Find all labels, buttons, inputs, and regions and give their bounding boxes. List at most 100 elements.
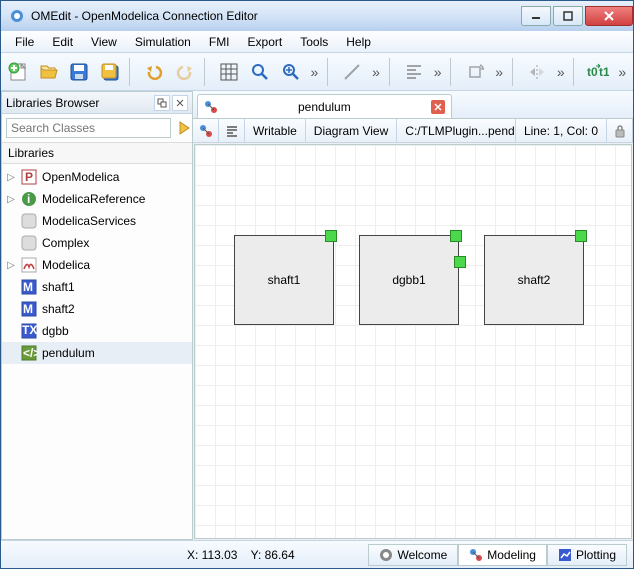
new-file-button[interactable] [5, 58, 32, 86]
modeling-icon [469, 548, 483, 562]
zoom-fit-button[interactable] [247, 58, 274, 86]
tab-pendulum[interactable]: pendulum [197, 94, 452, 118]
svg-text:TXT: TXT [22, 323, 37, 337]
connector-port[interactable] [325, 230, 337, 242]
plotting-icon [558, 548, 572, 562]
tree-label: OpenModelica [42, 170, 119, 184]
package-icon: P [20, 168, 38, 186]
svg-text:i: i [27, 192, 30, 206]
connector-port[interactable] [450, 230, 462, 242]
menu-simulation[interactable]: Simulation [127, 33, 199, 51]
tab-label: pendulum [298, 100, 351, 114]
toolbar-more-5[interactable]: » [554, 64, 567, 80]
line-tool-button[interactable] [339, 58, 366, 86]
tree-item-openmodelica[interactable]: ▷ P OpenModelica [2, 166, 192, 188]
tab-bar: pendulum [193, 91, 633, 119]
svg-text:P: P [25, 170, 33, 184]
redo-button[interactable] [172, 58, 199, 86]
open-button[interactable] [36, 58, 63, 86]
flip-button[interactable] [524, 58, 551, 86]
simulate-setup-button[interactable]: t0t1 [585, 58, 612, 86]
mode-modeling[interactable]: Modeling [458, 544, 547, 566]
toolbar-more-1[interactable]: » [308, 64, 321, 80]
package-grey-icon [20, 212, 38, 230]
tree-item-shaft1[interactable]: M shaft1 [2, 276, 192, 298]
close-button[interactable] [585, 6, 633, 26]
diagram-canvas[interactable]: shaft1 dgbb1 shaft2 [194, 144, 632, 539]
block-shaft1[interactable]: shaft1 [234, 235, 334, 325]
diagram-mode-button[interactable] [193, 119, 219, 142]
menu-file[interactable]: File [7, 33, 42, 51]
model-m-icon: M [20, 300, 38, 318]
tree-item-modelica[interactable]: ▷ Modelica [2, 254, 192, 276]
chevron-right-icon[interactable]: ▷ [6, 172, 16, 183]
menu-fmi[interactable]: FMI [201, 33, 238, 51]
search-go-icon[interactable] [175, 119, 193, 137]
tab-icon [204, 100, 218, 114]
file-path: C:/TLMPlugin...pendulum.xml [397, 119, 516, 142]
toolbar-more-4[interactable]: » [493, 64, 506, 80]
editor-area: pendulum Writable Diagram View C:/TLMPlu… [193, 91, 633, 540]
minimize-button[interactable] [521, 6, 551, 26]
mode-welcome[interactable]: Welcome [368, 544, 458, 566]
panel-undock-button[interactable] [154, 95, 170, 111]
toolbar: » » » » » t0t1 » [1, 53, 633, 91]
align-left-button[interactable] [400, 58, 427, 86]
menu-view[interactable]: View [83, 33, 125, 51]
connector-port[interactable] [454, 256, 466, 268]
toolbar-more-2[interactable]: » [369, 64, 382, 80]
tree-label: pendulum [42, 346, 95, 360]
panel-title: Libraries Browser [6, 96, 99, 110]
toolbar-more-3[interactable]: » [431, 64, 444, 80]
tab-close-button[interactable] [431, 100, 445, 114]
menu-help[interactable]: Help [338, 33, 379, 51]
writable-indicator: Writable [245, 119, 306, 142]
menubar: File Edit View Simulation FMI Export Too… [1, 31, 633, 53]
connector-port[interactable] [575, 230, 587, 242]
xml-icon: </> [20, 344, 38, 362]
search-input[interactable] [6, 118, 171, 138]
maximize-button[interactable] [553, 6, 583, 26]
mode-plotting[interactable]: Plotting [547, 544, 627, 566]
model-m-icon: M [20, 278, 38, 296]
tree-label: ModelicaReference [42, 192, 145, 206]
tree-label: shaft1 [42, 280, 75, 294]
tree-label: dgbb [42, 324, 69, 338]
toolbar-more-6[interactable]: » [616, 64, 629, 80]
save-all-button[interactable] [97, 58, 124, 86]
package-grey-icon [20, 234, 38, 252]
chevron-right-icon[interactable]: ▷ [6, 260, 16, 271]
rotate-button[interactable] [462, 58, 489, 86]
tree-item-pendulum[interactable]: </> pendulum [2, 342, 192, 364]
tree-item-dgbb[interactable]: TXT dgbb [2, 320, 192, 342]
zoom-in-button[interactable] [277, 58, 304, 86]
tree-item-shaft2[interactable]: M shaft2 [2, 298, 192, 320]
panel-close-button[interactable] [172, 95, 188, 111]
tree-label: shaft2 [42, 302, 75, 316]
grid-toggle-button[interactable] [216, 58, 243, 86]
menu-edit[interactable]: Edit [44, 33, 81, 51]
lock-button[interactable] [607, 119, 633, 142]
coord-readout: X: 113.03 Y: 86.64 [187, 548, 295, 562]
tree-label: ModelicaServices [42, 214, 136, 228]
text-mode-button[interactable] [219, 119, 245, 142]
tree-item-modelicareference[interactable]: ▷ i ModelicaReference [2, 188, 192, 210]
chevron-right-icon[interactable]: ▷ [6, 194, 16, 205]
block-dgbb1[interactable]: dgbb1 [359, 235, 459, 325]
app-icon [9, 8, 25, 24]
menu-export[interactable]: Export [240, 33, 291, 51]
svg-text:M: M [23, 280, 33, 294]
menu-tools[interactable]: Tools [292, 33, 336, 51]
welcome-icon [379, 548, 393, 562]
svg-text:t1: t1 [599, 65, 609, 79]
modelica-icon [20, 256, 38, 274]
save-button[interactable] [66, 58, 93, 86]
svg-text:M: M [23, 302, 33, 316]
tree-item-complex[interactable]: Complex [2, 232, 192, 254]
app-window: OMEdit - OpenModelica Connection Editor … [0, 0, 634, 569]
undo-button[interactable] [141, 58, 168, 86]
block-shaft2[interactable]: shaft2 [484, 235, 584, 325]
editor-info-bar: Writable Diagram View C:/TLMPlugin...pen… [193, 119, 633, 143]
tree-label: Modelica [42, 258, 90, 272]
tree-item-modelicaservices[interactable]: ModelicaServices [2, 210, 192, 232]
